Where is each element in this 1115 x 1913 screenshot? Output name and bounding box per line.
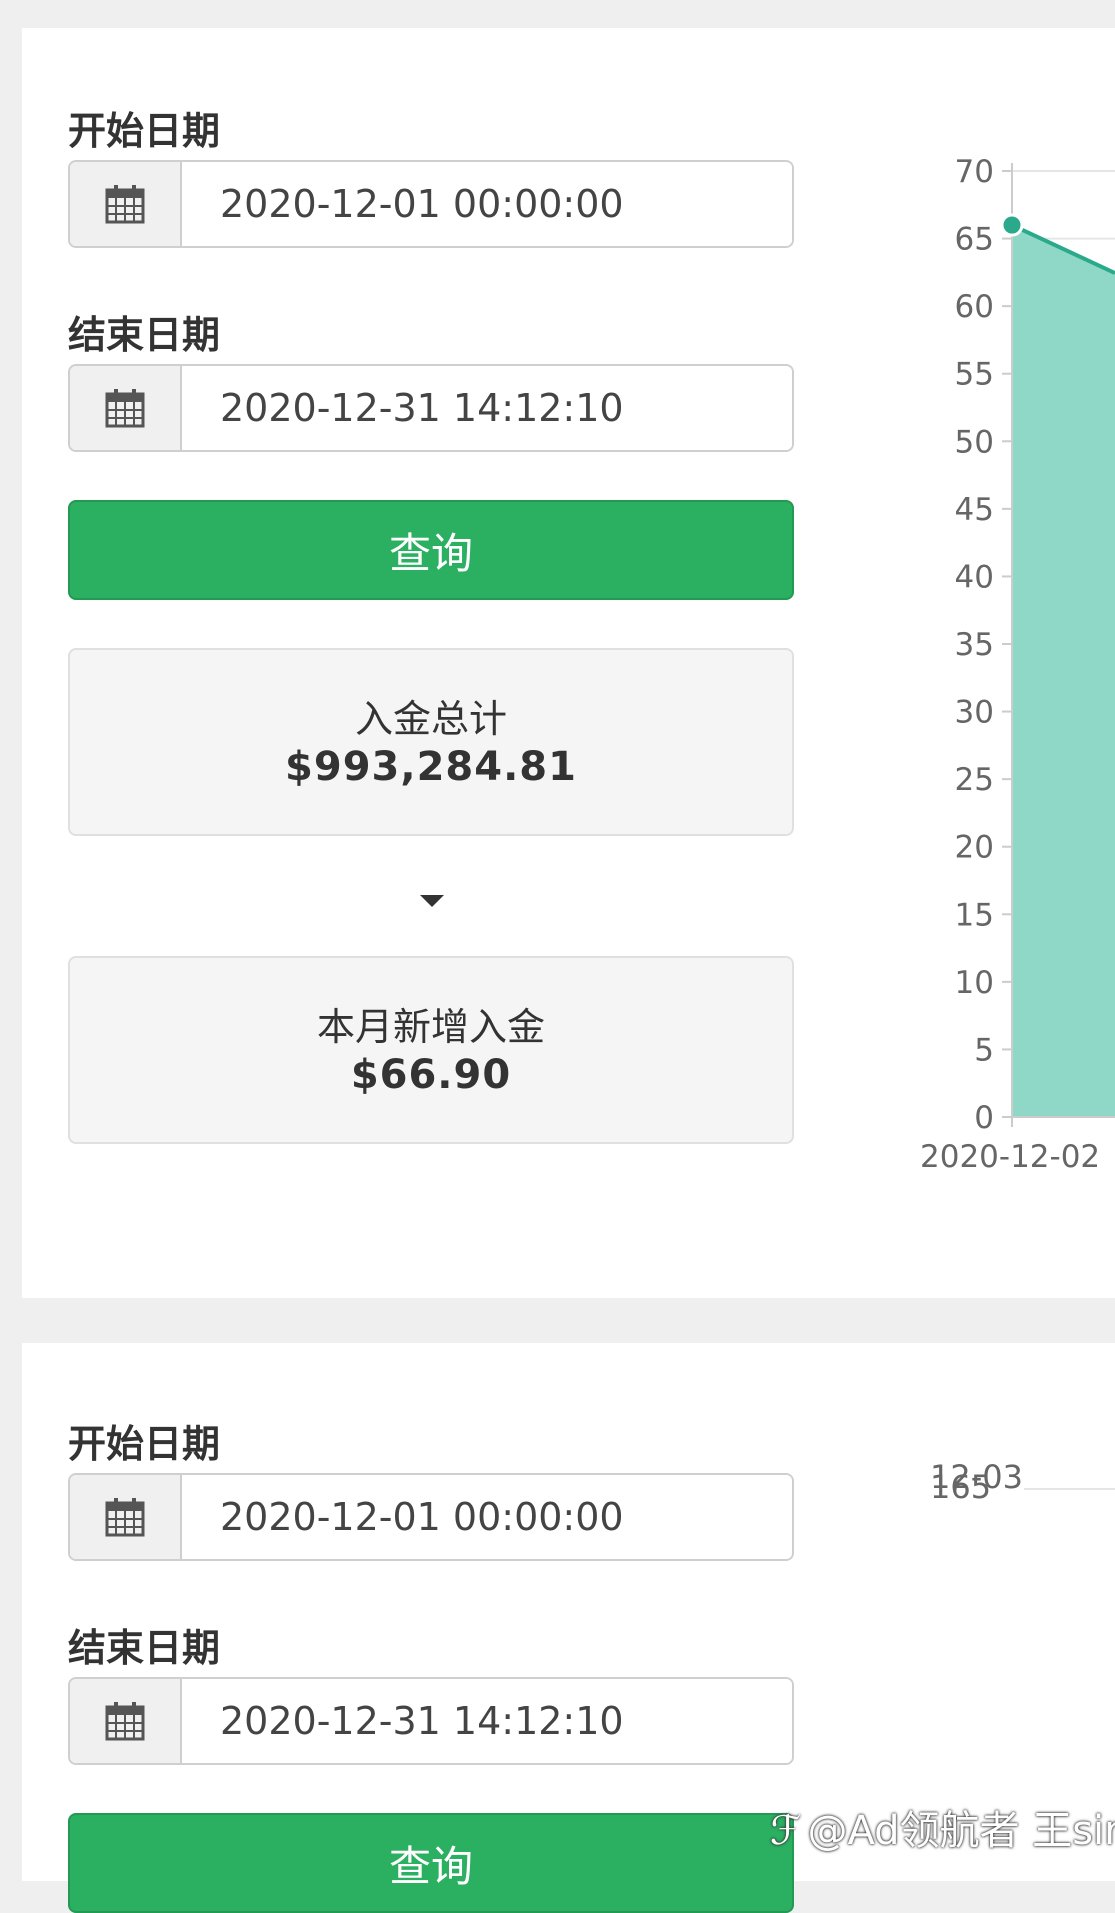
y-tick-label: 15 <box>955 897 994 933</box>
watermark: ℱ @Ad领航者 王sir <box>770 1798 1115 1856</box>
y-tick-label: 50 <box>955 424 994 460</box>
x-tick-label: 2020-12-02 <box>920 1139 1100 1175</box>
y-tick-label: 60 <box>955 289 994 325</box>
area-fill <box>1012 225 1115 1118</box>
y-tick-label: 0 <box>974 1100 994 1136</box>
deposit-area-chart: 0 5 10 15 20 25 30 35 40 45 50 55 60 65 70 2020-12-02 <box>920 154 1115 1175</box>
y-tick-label: 20 <box>955 830 994 866</box>
y-tick-label: 65 <box>955 222 994 258</box>
deposit-panel: 开始日期 结束日期 <box>22 28 1115 1298</box>
y-tick-label: 10 <box>955 965 994 1001</box>
y-tick-label: 25 <box>955 762 994 798</box>
weibo-icon: ℱ <box>770 1808 802 1854</box>
y-tick-label: 40 <box>955 559 994 595</box>
y-tick-label: 35 <box>955 627 994 663</box>
y-tick-label: 5 <box>974 1032 994 1068</box>
watermark-text: @Ad领航者 王sir <box>807 1808 1115 1854</box>
data-point <box>1000 213 1024 237</box>
y-tick-label: 70 <box>955 154 994 190</box>
y-tick-label: 55 <box>955 357 994 393</box>
y-tick-label: 45 <box>955 492 994 528</box>
tick-label: 165 <box>930 1468 991 1506</box>
y-tick-label: 30 <box>955 695 994 731</box>
